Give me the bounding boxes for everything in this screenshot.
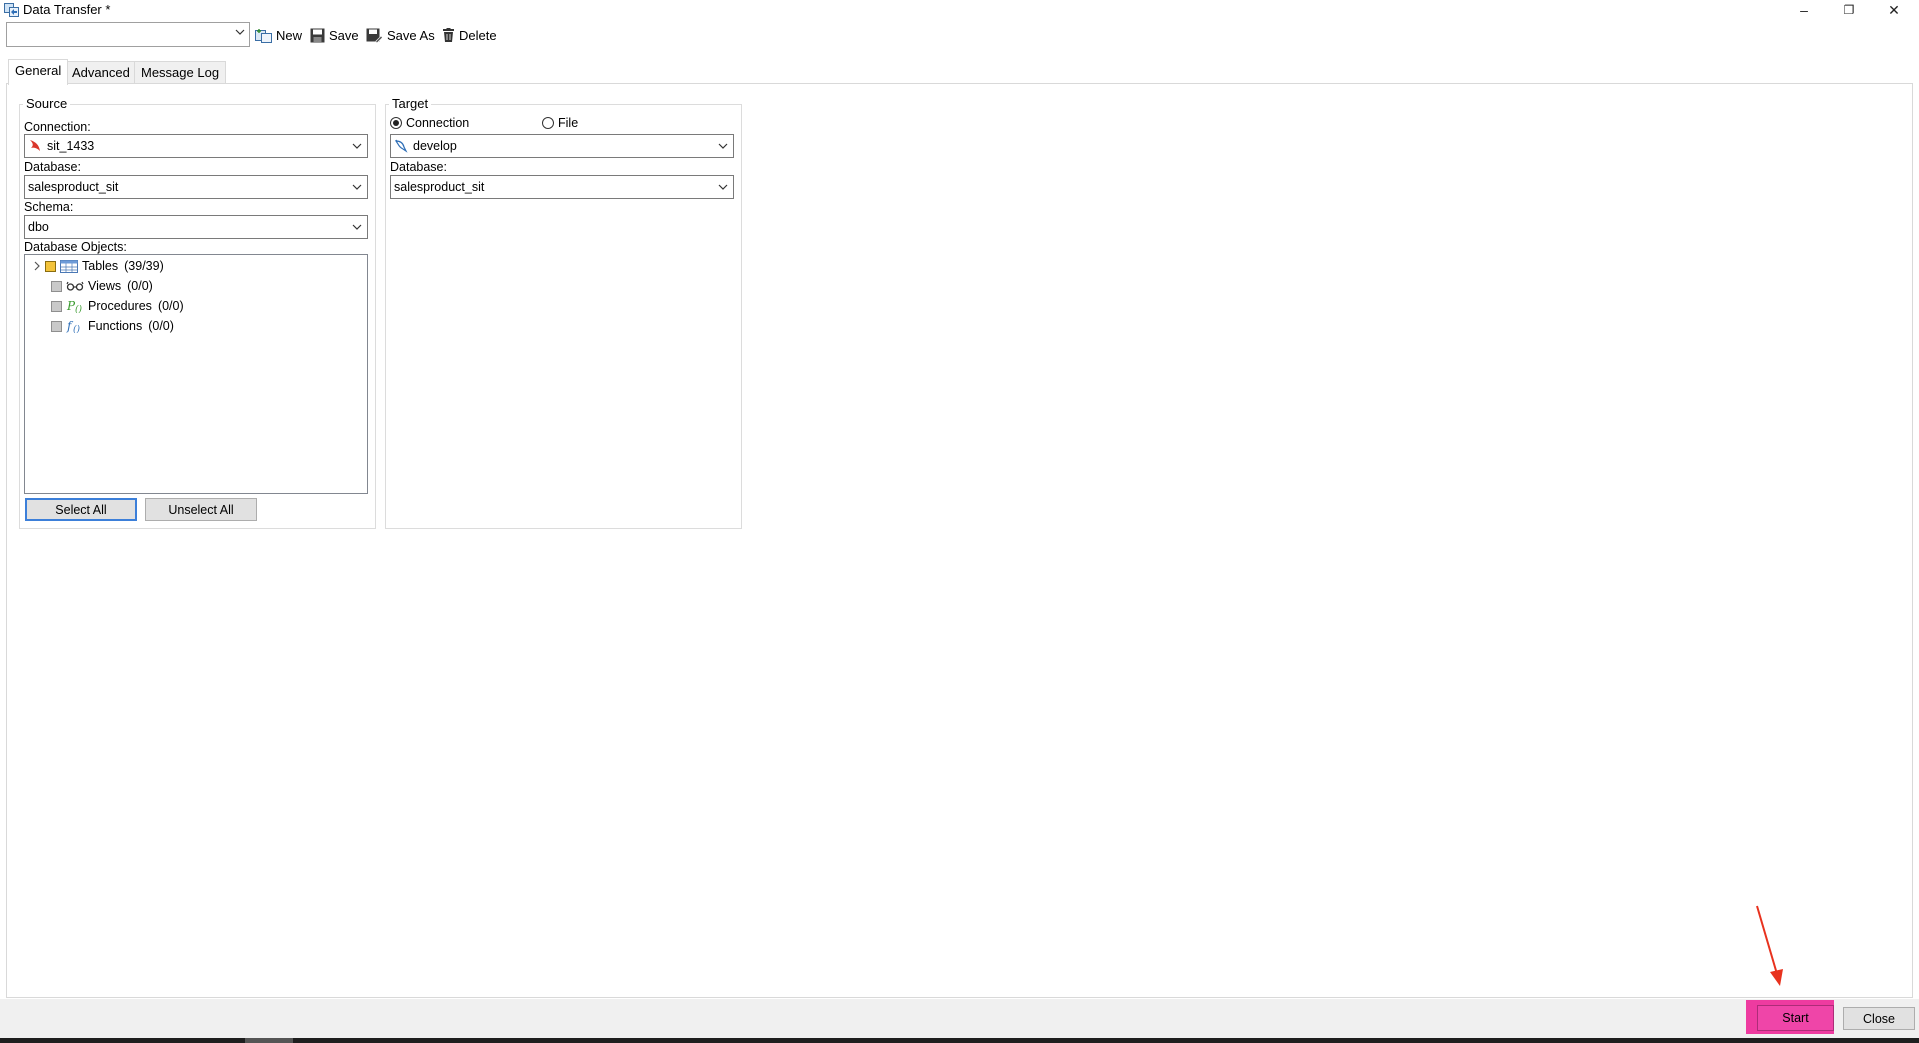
source-database-value: salesproduct_sit [28, 180, 119, 194]
tree-label-views: Views [88, 279, 122, 293]
tree-item-tables[interactable]: Tables (39/39) [31, 257, 164, 275]
target-database-value: salesproduct_sit [394, 180, 485, 194]
views-checkbox[interactable] [51, 280, 62, 292]
target-group-title: Target [389, 96, 432, 111]
target-file-radio[interactable]: File [542, 116, 578, 130]
chevron-down-icon [718, 143, 728, 149]
chevron-right-icon[interactable] [31, 260, 43, 272]
tree-count-procedures: (0/0) [157, 299, 184, 313]
select-all-button[interactable]: Select All [25, 498, 137, 521]
window-title: Data Transfer * [23, 2, 111, 17]
target-connection-radio[interactable]: Connection [390, 116, 469, 130]
source-schema-label: Schema: [24, 200, 74, 214]
svg-text:(): () [73, 324, 81, 333]
tree-label-tables: Tables [82, 259, 119, 273]
tree-item-procedures[interactable]: P () Procedures (0/0) [51, 297, 184, 315]
procedures-checkbox[interactable] [51, 300, 62, 312]
save-button-label: Save [329, 27, 359, 43]
target-connection-value: develop [413, 139, 457, 153]
start-button[interactable]: Start [1757, 1005, 1834, 1031]
new-button[interactable]: New [255, 24, 302, 46]
procedure-icon: P () [66, 299, 83, 313]
database-objects-label: Database Objects: [24, 240, 127, 254]
tables-checkbox[interactable] [45, 260, 56, 272]
tab-general[interactable]: General [8, 59, 69, 85]
unselect-all-button[interactable]: Unselect All [145, 498, 257, 521]
tree-count-tables: (39/39) [124, 259, 164, 273]
save-button[interactable]: Save [310, 24, 359, 46]
source-connection-label: Connection: [24, 120, 91, 134]
functions-checkbox[interactable] [51, 320, 62, 332]
title-bar: Data Transfer * – ❐ ✕ [0, 0, 1919, 20]
target-file-radio-label: File [558, 116, 579, 130]
chevron-down-icon [235, 29, 245, 35]
tree-label-procedures: Procedures [88, 299, 152, 313]
mysql-dolphin-icon [394, 139, 408, 153]
source-connection-select[interactable]: sit_1433 [24, 134, 368, 158]
database-objects-tree[interactable]: Tables (39/39) Views (0/0) P () Procedur… [24, 254, 368, 494]
target-database-label: Database: [390, 160, 447, 174]
tree-item-functions[interactable]: f () Functions (0/0) [51, 317, 174, 335]
chevron-down-icon [352, 224, 362, 230]
save-as-button[interactable]: Save As [366, 24, 435, 46]
target-database-select[interactable]: salesproduct_sit [390, 175, 734, 199]
target-connection-radio-label: Connection [406, 116, 470, 130]
restore-button[interactable]: ❐ [1826, 0, 1872, 20]
source-schema-value: dbo [28, 220, 49, 234]
source-schema-select[interactable]: dbo [24, 215, 368, 239]
tab-message-log[interactable]: Message Log [134, 61, 227, 84]
radio-unselected-icon [542, 117, 554, 129]
delete-button-label: Delete [459, 27, 497, 43]
table-icon [60, 259, 78, 273]
taskbar-strip [0, 1038, 1919, 1043]
new-profile-icon [255, 28, 272, 43]
tree-count-views: (0/0) [127, 279, 153, 293]
sql-server-icon [30, 140, 40, 151]
tree-label-functions: Functions [88, 319, 143, 333]
close-button[interactable]: Close [1843, 1007, 1915, 1030]
svg-text:(): () [75, 304, 83, 313]
function-icon: f () [66, 319, 81, 333]
close-window-button[interactable]: ✕ [1871, 0, 1917, 20]
tree-item-views[interactable]: Views (0/0) [51, 277, 153, 295]
profile-select[interactable] [6, 22, 250, 47]
trash-icon [443, 27, 454, 42]
source-database-select[interactable]: salesproduct_sit [24, 175, 368, 199]
source-database-label: Database: [24, 160, 81, 174]
target-connection-select[interactable]: develop [390, 134, 734, 158]
annotation-arrow-icon [1756, 905, 1783, 986]
tree-count-functions: (0/0) [148, 319, 174, 333]
data-transfer-app-icon [4, 3, 19, 17]
radio-selected-icon [390, 117, 402, 129]
source-connection-value: sit_1433 [47, 139, 95, 153]
chevron-down-icon [352, 184, 362, 190]
save-as-icon [366, 28, 383, 43]
floppy-disk-icon [310, 28, 325, 42]
bottom-button-bar [0, 999, 1919, 1039]
source-group-title: Source [23, 96, 71, 111]
delete-button[interactable]: Delete [442, 24, 497, 46]
view-glasses-icon [66, 281, 84, 291]
tab-advanced[interactable]: Advanced [65, 61, 137, 84]
minimize-button[interactable]: – [1781, 0, 1827, 20]
chevron-down-icon [352, 143, 362, 149]
chevron-down-icon [718, 184, 728, 190]
new-button-label: New [276, 27, 303, 43]
save-as-button-label: Save As [387, 27, 435, 43]
